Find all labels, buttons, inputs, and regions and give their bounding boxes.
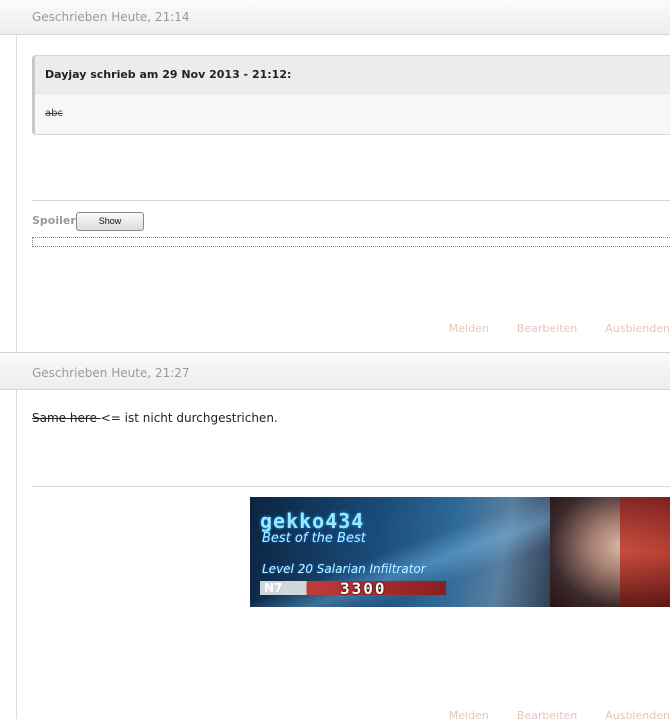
banner-score: 3300 <box>340 579 387 598</box>
post-date: Geschrieben Heute, 21:27 <box>32 366 190 380</box>
quote-block: Dayjay schrieb am 29 Nov 2013 - 21:12: a… <box>32 55 670 135</box>
banner-hair <box>620 497 670 607</box>
edit-link[interactable]: Bearbeiten <box>517 709 577 722</box>
post-message: Same here <= ist nicht durchgestrichen. <box>32 411 278 425</box>
edit-link[interactable]: Bearbeiten <box>517 322 577 335</box>
signature-separator <box>32 200 670 201</box>
message-text: <= ist nicht durchgestrichen. <box>100 411 278 425</box>
post: Geschrieben Heute, 21:14 Dayjay schrieb … <box>0 0 670 352</box>
banner-gamertag: gekko434 <box>260 509 365 533</box>
report-link[interactable]: Melden <box>449 322 489 335</box>
struck-text: Same here <box>32 411 101 425</box>
post-actions: Melden Bearbeiten Ausblenden <box>449 709 670 722</box>
post-actions: Melden Bearbeiten Ausblenden <box>449 322 670 335</box>
banner-level: Level 20 Salarian Infiltrator <box>262 562 426 576</box>
post-header: Geschrieben Heute, 21:14 <box>0 0 670 35</box>
banner-title: Best of the Best <box>262 531 366 546</box>
n7-badge: N7 <box>264 581 283 595</box>
hide-link[interactable]: Ausblenden <box>605 322 670 335</box>
spoiler-label: Spoiler <box>32 214 76 227</box>
spoiler-show-button[interactable]: Show <box>76 212 144 231</box>
quote-citation-text: Dayjay schrieb am 29 Nov 2013 - 21:12: <box>45 68 292 81</box>
signature-separator <box>32 486 670 487</box>
post-header: Geschrieben Heute, 21:27 <box>0 352 670 390</box>
signature-banner: gekko434 Best of the Best Level 20 Salar… <box>250 497 670 607</box>
post-left-border <box>16 352 17 719</box>
hide-link[interactable]: Ausblenden <box>605 709 670 722</box>
post-date: Geschrieben Heute, 21:14 <box>32 10 190 24</box>
post: Geschrieben Heute, 21:27 Same here <= is… <box>0 352 670 722</box>
report-link[interactable]: Melden <box>449 709 489 722</box>
quote-citation: Dayjay schrieb am 29 Nov 2013 - 21:12: <box>35 56 670 94</box>
quote-body: abc <box>45 108 63 119</box>
post-left-border <box>16 0 17 352</box>
spoiler-content-box <box>32 237 670 247</box>
